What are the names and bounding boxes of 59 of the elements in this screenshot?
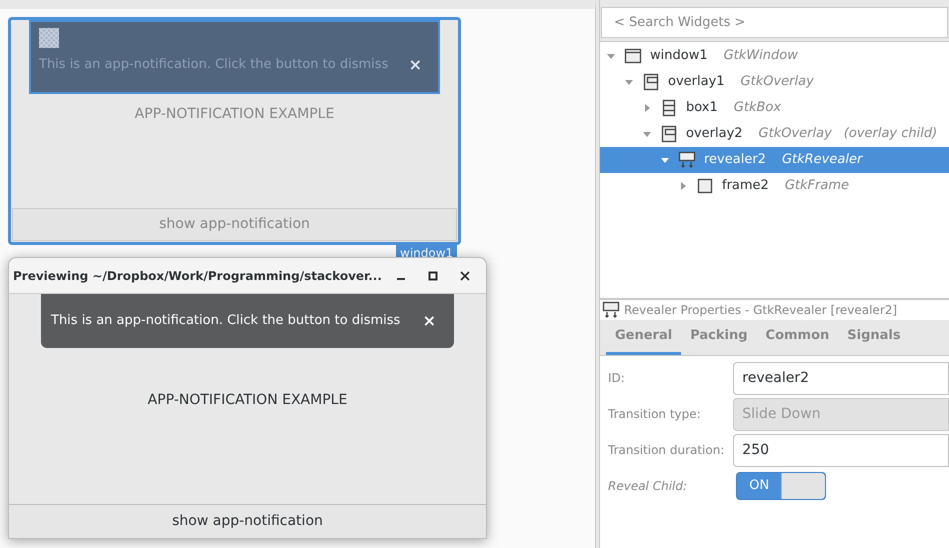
tree-row[interactable]: overlay1 GtkOverlay <box>600 69 949 95</box>
overlay-icon <box>660 125 678 143</box>
widget-name: window1 <box>650 47 708 66</box>
expander-down-icon[interactable] <box>660 155 670 165</box>
expander-down-icon[interactable] <box>606 51 616 61</box>
widget-type: GtkFrame <box>784 177 849 196</box>
tab[interactable]: Signals <box>838 320 910 355</box>
tree-row[interactable]: box1 GtkBox <box>600 95 949 121</box>
widget-type: GtkBox <box>734 99 782 118</box>
frame-icon <box>696 177 714 195</box>
expander-down-icon[interactable] <box>642 129 652 139</box>
widget-name: box1 <box>686 99 718 118</box>
window-icon <box>624 47 642 65</box>
expander-right-icon[interactable] <box>642 103 652 113</box>
tab[interactable]: Packing <box>681 320 757 355</box>
close-button[interactable]: × <box>408 53 422 77</box>
window-title: Previewing ~/Dropbox/Work/Programming/stackover... <box>13 268 382 284</box>
tree-row[interactable]: frame2 GtkFrame <box>600 173 949 199</box>
field-label: ID: <box>608 370 626 387</box>
maximize-icon[interactable] <box>428 270 438 280</box>
widget-type: GtkRevealer <box>782 151 862 170</box>
tree-row[interactable]: revealer2 GtkRevealer <box>600 147 949 173</box>
notification-text: This is an app-notification. Click the button to dismiss <box>51 312 400 330</box>
search-field[interactable]: < Search Widgets > <box>601 7 948 38</box>
show-notification-button[interactable]: show app-notification <box>12 208 457 241</box>
widget-name: overlay2 <box>686 125 743 144</box>
revealer-icon <box>678 151 696 169</box>
text-field[interactable]: revealer2 <box>733 362 949 394</box>
text-field[interactable]: 250 <box>733 434 949 466</box>
overlay-icon <box>642 73 660 91</box>
properties-title: Revealer Properties - GtkRevealer [revealer2] <box>624 302 898 319</box>
widget-type: GtkOverlay <box>758 125 832 144</box>
revealer-icon <box>602 301 620 319</box>
switch-state: ON <box>748 477 770 496</box>
missing-image-icon <box>39 28 59 48</box>
widget-note: (overlay child) <box>844 125 938 144</box>
example-label: APP-NOTIFICATION EXAMPLE <box>134 105 336 124</box>
widget-name: frame2 <box>722 177 769 196</box>
expander-down-icon[interactable] <box>624 77 634 87</box>
tab[interactable]: Common <box>756 320 838 355</box>
field-label: Reveal Child: <box>608 478 688 495</box>
tree-row[interactable]: window1 GtkWindow <box>600 43 949 69</box>
example-label: APP-NOTIFICATION EXAMPLE <box>146 391 348 410</box>
widget-type: GtkWindow <box>724 47 798 66</box>
design-window[interactable]: This is an app-notification. Click the button to dismiss × APP-NOTIFICATION EXAMPLE show app-notification <box>8 17 461 245</box>
widget-name: overlay1 <box>668 73 725 92</box>
tree-row[interactable]: overlay2 GtkOverlay (overlay child) <box>600 121 949 147</box>
widget-type: GtkOverlay <box>740 73 814 92</box>
field-label: Transition duration: <box>608 442 726 459</box>
switch-knob[interactable] <box>781 473 825 499</box>
toggle-switch[interactable]: ON <box>736 472 826 500</box>
show-notification-button[interactable]: show app-notification <box>9 504 486 538</box>
notification-text: This is an app-notification. Click the button to dismiss <box>39 56 388 74</box>
close-button[interactable]: × <box>422 309 436 333</box>
box-icon <box>660 99 678 117</box>
expander-right-icon[interactable] <box>678 181 688 191</box>
field-label: Transition type: <box>608 406 702 423</box>
widget-name: revealer2 <box>704 151 766 170</box>
close-icon[interactable] <box>460 270 470 280</box>
